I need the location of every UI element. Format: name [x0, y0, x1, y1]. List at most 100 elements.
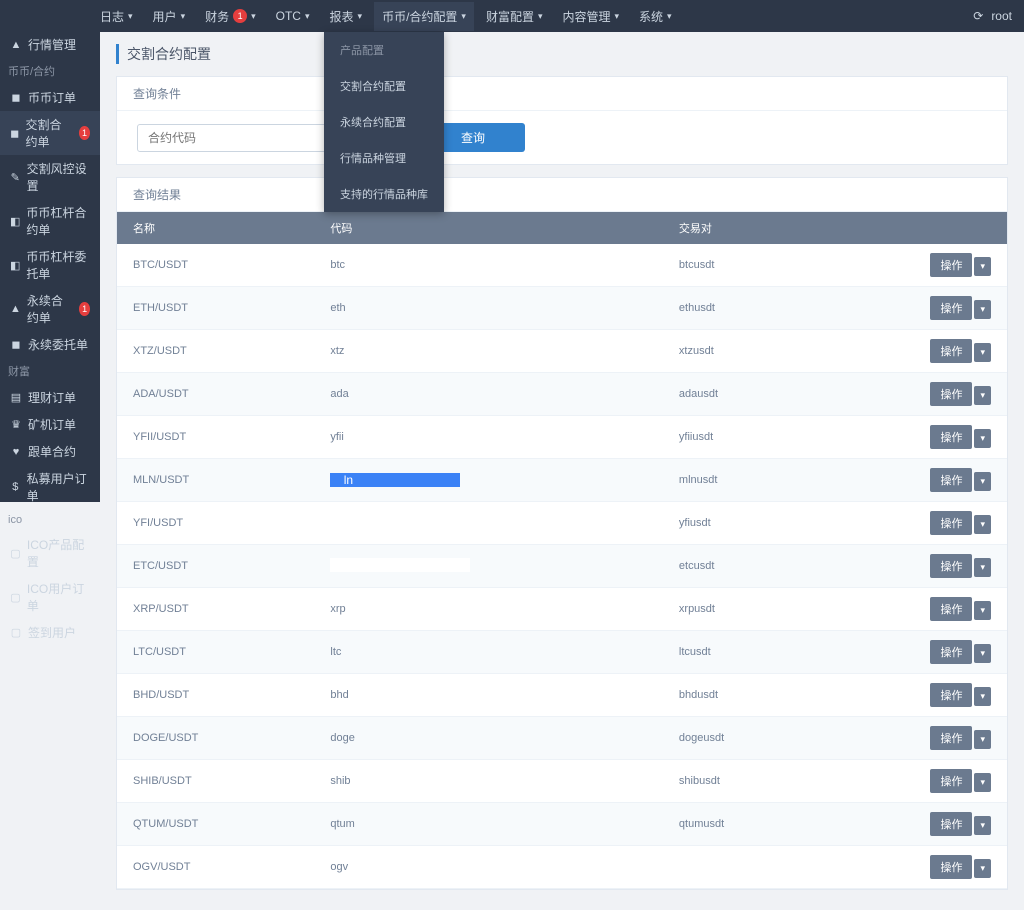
operate-button[interactable]: 操作	[930, 339, 972, 363]
cell-name: BHD/USDT	[117, 674, 314, 717]
table-row: BHD/USDTbhdbhdusdt操作▾	[117, 674, 1007, 717]
operate-button[interactable]: 操作	[930, 640, 972, 664]
topnav-item[interactable]: OTC▾	[268, 2, 318, 31]
cell-pair: ltcusdt	[663, 631, 820, 674]
operate-dropdown-button[interactable]: ▾	[974, 601, 991, 620]
sidebar-icon: ◧	[10, 259, 20, 272]
operate-dropdown-button[interactable]: ▾	[974, 558, 991, 577]
topnav-item[interactable]: 财富配置▾	[478, 2, 551, 31]
operate-dropdown-button[interactable]: ▾	[974, 644, 991, 663]
dropdown-item[interactable]: 交割合约配置	[324, 68, 444, 104]
topnav-item[interactable]: 日志▾	[92, 2, 141, 31]
cell-code: ada	[314, 373, 663, 416]
sidebar-item[interactable]: ♥跟单合约	[0, 438, 100, 465]
column-header: 名称	[117, 212, 314, 244]
cell-pair: yfiiusdt	[663, 416, 820, 459]
topnav-item[interactable]: 币币/合约配置▾	[374, 2, 474, 31]
sidebar-item[interactable]: ◧币币杠杆委托单	[0, 243, 100, 287]
search-panel: 查询条件 查询	[116, 76, 1008, 165]
sidebar-item[interactable]: ▲行情管理	[0, 31, 100, 58]
notification-badge: 1	[233, 9, 247, 23]
refresh-icon[interactable]: ⟳	[973, 9, 983, 23]
dropdown-item[interactable]: 支持的行情品种库	[324, 176, 444, 212]
sidebar-item[interactable]: ✎交割风控设置	[0, 155, 100, 199]
cell-ops: 操作▾	[819, 244, 1007, 287]
sidebar-item[interactable]: ▤理财订单	[0, 384, 100, 411]
top-navbar: 日志▾用户▾财务1▾OTC▾报表▾币币/合约配置▾财富配置▾内容管理▾系统▾ ⟳…	[0, 0, 1024, 32]
topnav-label: 用户	[153, 8, 177, 25]
sidebar-item-label: 交割风控设置	[27, 160, 90, 194]
cell-pair: adausdt	[663, 373, 820, 416]
cell-code: xtz	[314, 330, 663, 373]
operate-dropdown-button[interactable]: ▾	[974, 257, 991, 276]
cell-ops: 操作▾	[819, 674, 1007, 717]
topnav-item[interactable]: 财务1▾	[197, 2, 264, 31]
operate-button[interactable]: 操作	[930, 769, 972, 793]
sidebar-section: 财富	[0, 358, 100, 384]
cell-pair: qtumusdt	[663, 803, 820, 846]
operate-dropdown-button[interactable]: ▾	[974, 687, 991, 706]
topnav-item[interactable]: 内容管理▾	[554, 2, 627, 31]
cell-name: XTZ/USDT	[117, 330, 314, 373]
sidebar-icon: ◼	[10, 338, 22, 351]
sidebar-item[interactable]: ◼币币订单	[0, 84, 100, 111]
sidebar-item[interactable]: ◧币币杠杆合约单	[0, 199, 100, 243]
chevron-down-icon: ▾	[358, 11, 363, 22]
operate-dropdown-button[interactable]: ▾	[974, 816, 991, 835]
operate-button[interactable]: 操作	[930, 812, 972, 836]
cell-name: YFII/USDT	[117, 416, 314, 459]
chevron-down-icon: ▾	[128, 11, 133, 22]
operate-button[interactable]: 操作	[930, 425, 972, 449]
topnav-item[interactable]: 报表▾	[322, 2, 371, 31]
operate-button[interactable]: 操作	[930, 855, 972, 879]
operate-dropdown-button[interactable]: ▾	[974, 300, 991, 319]
operate-dropdown-button[interactable]: ▾	[974, 730, 991, 749]
cell-code: shib	[314, 760, 663, 803]
cell-pair: dogeusdt	[663, 717, 820, 760]
table-row: LTC/USDTltcltcusdt操作▾	[117, 631, 1007, 674]
operate-button[interactable]: 操作	[930, 468, 972, 492]
sidebar-item[interactable]: ◼交割合约单1	[0, 111, 100, 155]
sidebar-icon: ◼	[10, 91, 22, 104]
operate-button[interactable]: 操作	[930, 511, 972, 535]
topnav-label: OTC	[276, 9, 301, 23]
operate-dropdown-button[interactable]: ▾	[974, 386, 991, 405]
topnav-label: 系统	[639, 8, 663, 25]
redacted	[330, 558, 470, 572]
operate-button[interactable]: 操作	[930, 597, 972, 621]
topnav-item[interactable]: 用户▾	[145, 2, 194, 31]
operate-button[interactable]: 操作	[930, 253, 972, 277]
cell-ops: 操作▾	[819, 545, 1007, 588]
operate-dropdown-button[interactable]: ▾	[974, 343, 991, 362]
sidebar-item-label: 永续合约单	[27, 292, 73, 326]
user-name[interactable]: root	[991, 9, 1012, 23]
sidebar-icon: ♥	[10, 446, 22, 458]
operate-dropdown-button[interactable]: ▾	[974, 429, 991, 448]
operate-button[interactable]: 操作	[930, 296, 972, 320]
cell-pair: xrpusdt	[663, 588, 820, 631]
table-row: MLN/USDT ln mlnusdt操作▾	[117, 459, 1007, 502]
cell-ops: 操作▾	[819, 846, 1007, 889]
cell-code: eth	[314, 287, 663, 330]
operate-dropdown-button[interactable]: ▾	[974, 859, 991, 878]
sidebar-icon: $	[10, 481, 21, 493]
operate-dropdown-button[interactable]: ▾	[974, 515, 991, 534]
sidebar-icon: ▲	[10, 303, 21, 315]
table-row: YFII/USDTyfiiyfiiusdt操作▾	[117, 416, 1007, 459]
operate-button[interactable]: 操作	[930, 726, 972, 750]
cell-code: btc	[314, 244, 663, 287]
dropdown-item[interactable]: 行情品种管理	[324, 140, 444, 176]
operate-button[interactable]: 操作	[930, 382, 972, 406]
operate-button[interactable]: 操作	[930, 683, 972, 707]
sidebar-item[interactable]: ◼永续委托单	[0, 331, 100, 358]
cell-name: LTC/USDT	[117, 631, 314, 674]
dropdown-item[interactable]: 永续合约配置	[324, 104, 444, 140]
cell-ops: 操作▾	[819, 803, 1007, 846]
operate-button[interactable]: 操作	[930, 554, 972, 578]
sidebar-item[interactable]: ▲永续合约单1	[0, 287, 100, 331]
operate-dropdown-button[interactable]: ▾	[974, 472, 991, 491]
topnav-item[interactable]: 系统▾	[631, 2, 680, 31]
operate-dropdown-button[interactable]: ▾	[974, 773, 991, 792]
sidebar-item-label: 私募用户订单	[27, 470, 90, 504]
sidebar-item[interactable]: ♛矿机订单	[0, 411, 100, 438]
